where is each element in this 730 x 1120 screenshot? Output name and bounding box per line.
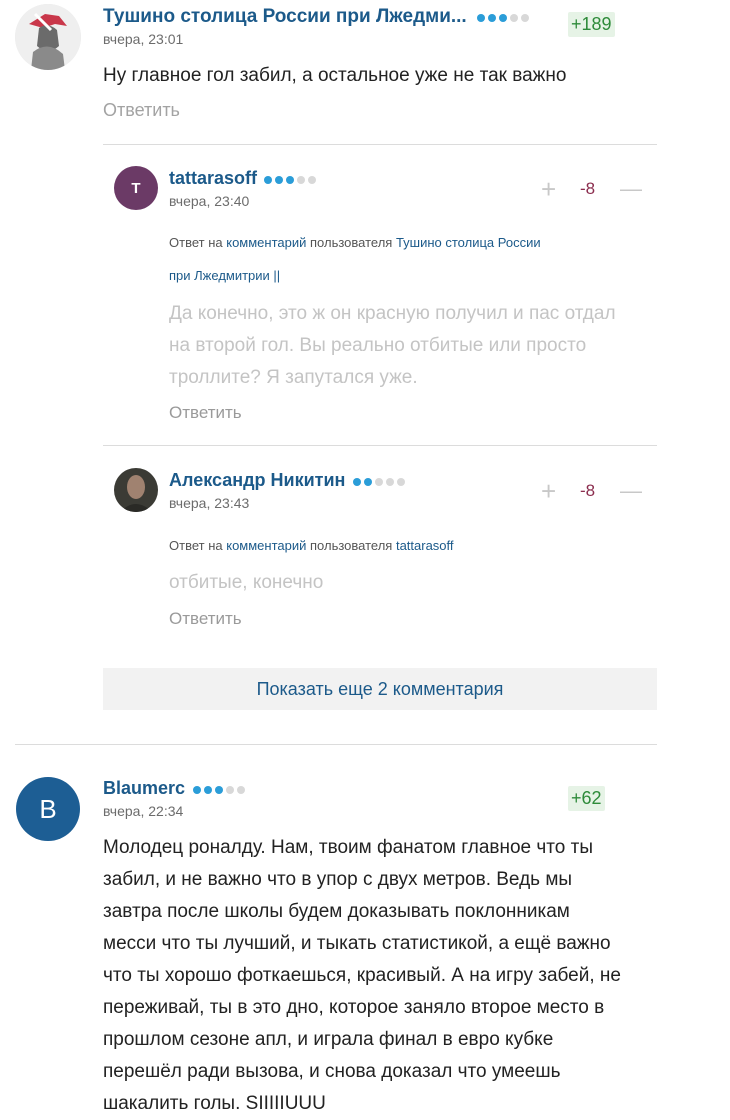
avatar-letter: B: [39, 793, 57, 824]
upvote-button[interactable]: +: [541, 478, 556, 504]
divider: [15, 744, 657, 745]
reply-meta: Ответ на комментарий пользователя Тушино…: [169, 235, 541, 283]
reply-meta: Ответ на комментарий пользователя tattar…: [169, 538, 454, 553]
user-level-dots: [192, 785, 245, 794]
downvote-button[interactable]: —: [620, 178, 642, 200]
reply-button[interactable]: Ответить: [169, 609, 242, 629]
user-link[interactable]: Тушино столица России: [396, 235, 541, 250]
user-link[interactable]: tattarasoff: [396, 538, 454, 553]
avatar[interactable]: [15, 4, 81, 70]
comment-header: tattarasoff: [169, 168, 317, 189]
user-level-dots: [264, 175, 317, 184]
author-name[interactable]: Тушино столица России при Лжедми...: [103, 6, 467, 27]
avatar-letter: T: [131, 179, 141, 197]
comment-time: вчера, 23:43: [169, 495, 250, 511]
show-more-comments-button[interactable]: Показать еще 2 комментария: [103, 668, 657, 710]
rating-badge: +62: [568, 786, 605, 811]
avatar-photo: [114, 468, 158, 512]
comment-header: Blaumerc: [103, 778, 245, 799]
avatar[interactable]: [114, 468, 158, 512]
comment-time: вчера, 23:40: [169, 193, 250, 209]
user-link-cont[interactable]: при Лжедмитрии ||: [169, 268, 280, 283]
avatar-image: [15, 4, 81, 70]
rating-value: -8: [580, 481, 596, 500]
author-name[interactable]: Blaumerc: [103, 778, 185, 798]
comment-text: отбитые, конечно: [169, 572, 324, 593]
divider: [103, 144, 657, 145]
rating-badge: +189: [568, 12, 615, 37]
reply-button[interactable]: Ответить: [103, 100, 180, 121]
comment-text: Молодец роналду. Нам, твоим фанатом глав…: [103, 837, 621, 1114]
divider: [103, 445, 657, 446]
comment-time: вчера, 23:01: [103, 31, 184, 47]
downvote-button[interactable]: —: [620, 480, 642, 502]
user-level-dots: [477, 13, 530, 22]
comment-header: Тушино столица России при Лжедми...: [103, 6, 530, 28]
avatar[interactable]: T: [114, 166, 158, 210]
comment-text: Ну главное гол забил, а остальное уже не…: [103, 65, 567, 86]
comment-link[interactable]: комментарий: [226, 538, 306, 553]
reply-button[interactable]: Ответить: [169, 403, 242, 423]
comment-text: Да конечно, это ж он красную получил и п…: [169, 303, 616, 388]
author-name[interactable]: Александр Никитин: [169, 470, 345, 490]
user-level-dots: [352, 477, 405, 486]
comment-header: Александр Никитин: [169, 470, 405, 491]
rating-value: -8: [580, 179, 596, 198]
comment-link[interactable]: комментарий: [226, 235, 306, 250]
author-name[interactable]: tattarasoff: [169, 168, 257, 188]
comment-time: вчера, 22:34: [103, 803, 184, 819]
upvote-button[interactable]: +: [541, 176, 556, 202]
avatar[interactable]: B: [16, 777, 80, 841]
